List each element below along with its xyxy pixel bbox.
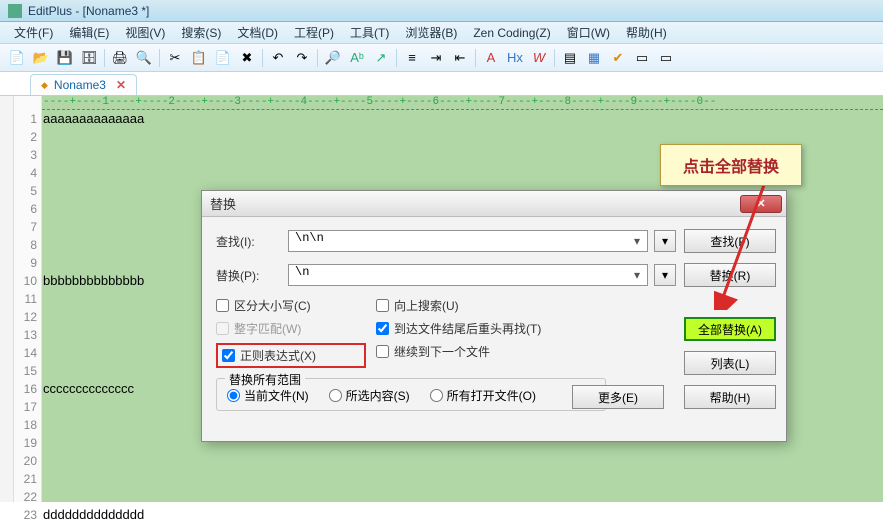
doc2-icon[interactable]: ▭ bbox=[655, 47, 677, 69]
replace-history-button[interactable]: ▾ bbox=[654, 264, 676, 286]
open-icon[interactable]: 📂 bbox=[30, 47, 52, 69]
cut-icon[interactable]: ✂ bbox=[164, 47, 186, 69]
searchup-checkbox[interactable]: 向上搜索(U) bbox=[376, 297, 596, 314]
more-button[interactable]: 更多(E) bbox=[572, 385, 664, 409]
menu-zencoding[interactable]: Zen Coding(Z) bbox=[465, 24, 558, 42]
doc1-icon[interactable]: ▭ bbox=[631, 47, 653, 69]
regex-highlight-box: 正则表达式(X) bbox=[216, 343, 366, 368]
app-icon bbox=[8, 4, 22, 18]
window-titlebar: EditPlus - [Noname3 *] bbox=[0, 0, 883, 22]
replace-input[interactable]: \n bbox=[288, 264, 648, 286]
regex-checkbox[interactable]: 正则表达式(X) bbox=[222, 347, 316, 364]
find-input[interactable]: \n\n bbox=[288, 230, 648, 252]
nextfile-checkbox[interactable]: 继续到下一个文件 bbox=[376, 343, 596, 360]
menu-browser[interactable]: 浏览器(B) bbox=[397, 22, 465, 43]
save-all-icon[interactable]: 🗄 bbox=[78, 47, 100, 69]
annotation-callout: 点击全部替换 bbox=[660, 144, 802, 186]
dirty-indicator-icon: ◆ bbox=[41, 80, 48, 91]
indent-icon[interactable]: ⇥ bbox=[425, 47, 447, 69]
menu-view[interactable]: 视图(V) bbox=[117, 22, 173, 43]
column-ruler: ----+----1----+----2----+----3----+----4… bbox=[42, 96, 883, 110]
font-w-icon[interactable]: W bbox=[528, 47, 550, 69]
new-file-icon[interactable]: 📄 bbox=[6, 47, 28, 69]
dialog-close-button[interactable]: ✕ bbox=[740, 195, 782, 213]
goto-icon[interactable]: ↗ bbox=[370, 47, 392, 69]
wrap-checkbox[interactable]: 到达文件结尾后重头再找(T) bbox=[376, 320, 596, 337]
print-icon[interactable]: 🖨 bbox=[109, 47, 131, 69]
check-icon[interactable]: ✔ bbox=[607, 47, 629, 69]
window-title: EditPlus - [Noname3 *] bbox=[28, 4, 149, 18]
wholeword-checkbox: 整字匹配(W) bbox=[216, 320, 366, 337]
scope-allfiles-radio[interactable]: 所有打开文件(O) bbox=[430, 387, 536, 404]
menu-document[interactable]: 文档(D) bbox=[229, 22, 286, 43]
preview-icon[interactable]: 🔍 bbox=[133, 47, 155, 69]
copy-icon[interactable]: 📋 bbox=[188, 47, 210, 69]
case-checkbox[interactable]: 区分大小写(C) bbox=[216, 297, 366, 314]
dialog-title: 替换 bbox=[210, 194, 740, 213]
undo-icon[interactable]: ↶ bbox=[267, 47, 289, 69]
columns-icon[interactable]: ▤ bbox=[559, 47, 581, 69]
line-numbers: 123 456 789 101112 131415 161718 192021 … bbox=[14, 96, 42, 502]
toolbar: 📄 📂 💾 🗄 🖨 🔍 ✂ 📋 📄 ✖ ↶ ↷ 🔎 Aᵇ ↗ ≡ ⇥ ⇤ A H… bbox=[0, 44, 883, 72]
menu-tools[interactable]: 工具(T) bbox=[342, 22, 397, 43]
menu-project[interactable]: 工程(P) bbox=[286, 22, 342, 43]
find-label: 查找(I): bbox=[216, 233, 288, 250]
menu-edit[interactable]: 编辑(E) bbox=[61, 22, 117, 43]
wrap-icon[interactable]: ≡ bbox=[401, 47, 423, 69]
menubar: 文件(F) 编辑(E) 视图(V) 搜索(S) 文档(D) 工程(P) 工具(T… bbox=[0, 22, 883, 44]
dialog-titlebar[interactable]: 替换 ✕ bbox=[202, 191, 786, 217]
font-hx-icon[interactable]: Hx bbox=[504, 47, 526, 69]
save-icon[interactable]: 💾 bbox=[54, 47, 76, 69]
grid-icon[interactable]: ▦ bbox=[583, 47, 605, 69]
scope-group: 替换所有范围 当前文件(N) 所选内容(S) 所有打开文件(O) bbox=[216, 378, 606, 411]
spell-icon[interactable]: Aᵇ bbox=[346, 47, 368, 69]
help-button[interactable]: 帮助(H) bbox=[684, 385, 776, 409]
list-button[interactable]: 列表(L) bbox=[684, 351, 776, 375]
paste-icon[interactable]: 📄 bbox=[212, 47, 234, 69]
find-button[interactable]: 查找(F) bbox=[684, 229, 776, 253]
scope-selection-radio[interactable]: 所选内容(S) bbox=[329, 387, 410, 404]
menu-help[interactable]: 帮助(H) bbox=[618, 22, 675, 43]
scope-current-radio[interactable]: 当前文件(N) bbox=[227, 387, 309, 404]
tab-noname3[interactable]: ◆ Noname3 ✕ bbox=[30, 74, 137, 95]
outdent-icon[interactable]: ⇤ bbox=[449, 47, 471, 69]
find-history-button[interactable]: ▾ bbox=[654, 230, 676, 252]
font-a-icon[interactable]: A bbox=[480, 47, 502, 69]
replace-label: 替换(P): bbox=[216, 267, 288, 284]
menu-window[interactable]: 窗口(W) bbox=[559, 22, 618, 43]
tab-label: Noname3 bbox=[54, 78, 106, 92]
find-icon[interactable]: 🔎 bbox=[322, 47, 344, 69]
replace-all-button[interactable]: 全部替换(A) bbox=[684, 317, 776, 341]
menu-file[interactable]: 文件(F) bbox=[6, 22, 61, 43]
redo-icon[interactable]: ↷ bbox=[291, 47, 313, 69]
tab-close-icon[interactable]: ✕ bbox=[116, 78, 126, 92]
delete-icon[interactable]: ✖ bbox=[236, 47, 258, 69]
menu-search[interactable]: 搜索(S) bbox=[173, 22, 229, 43]
scope-legend: 替换所有范围 bbox=[225, 371, 305, 388]
replace-button[interactable]: 替换(R) bbox=[684, 263, 776, 287]
tabbar: ◆ Noname3 ✕ bbox=[0, 72, 883, 96]
replace-dialog: 替换 ✕ 查找(I): \n\n ▾ 查找(F) 替换(P): \n ▾ 替换(… bbox=[201, 190, 787, 442]
left-gutter bbox=[0, 96, 14, 502]
